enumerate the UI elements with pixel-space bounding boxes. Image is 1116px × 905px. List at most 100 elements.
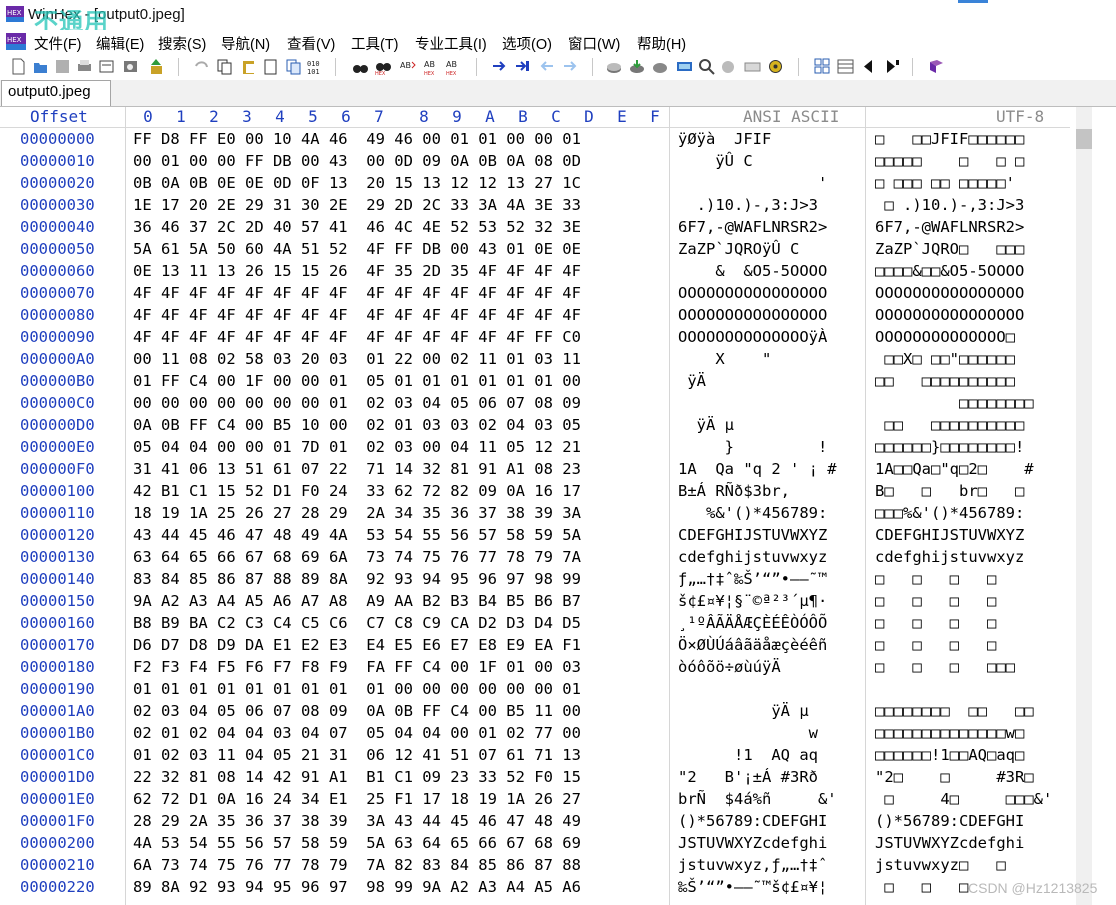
row-ansi-text[interactable]: ÿÄ	[678, 372, 706, 390]
hex-row[interactable]: 00000000 FF D8 FF E0 00 10 4A 46 49 46 00…	[0, 129, 1070, 151]
row-utf8-text[interactable]: □□□□□□□□ □□ □□	[875, 702, 1034, 720]
row-utf8-text[interactable]: □ □ □	[875, 878, 968, 896]
hex-row[interactable]: 000000E0 05 04 04 00 00 01 7D 01 02 03 00…	[0, 437, 1070, 459]
row-hex-bytes[interactable]: 83 84 85 86 87 88 89 8A 92 93 94 95 96 9…	[133, 570, 581, 588]
hex-row[interactable]: 00000010 00 01 00 00 FF DB 00 43 00 0D 09…	[0, 151, 1070, 173]
row-utf8-text[interactable]: □ □ □ □□□	[875, 658, 1015, 676]
row-hex-bytes[interactable]: 42 B1 C1 15 52 D1 F0 24 33 62 72 82 09 0…	[133, 482, 581, 500]
hex-editor[interactable]: Offset 0 1 2 3 4 5 6 7 8 9 A B C D E F A…	[0, 107, 1070, 905]
grid-icon[interactable]	[814, 58, 831, 75]
menu-file[interactable]: 文件(F)	[34, 33, 82, 54]
row-ansi-text[interactable]: ÿÄ µ	[678, 702, 808, 720]
hex-row[interactable]: 00000070 4F 4F 4F 4F 4F 4F 4F 4F 4F 4F 4F…	[0, 283, 1070, 305]
row-utf8-text[interactable]: □□□□&□□&O5-5OOOO	[875, 262, 1024, 280]
row-utf8-text[interactable]: □□□□□ □ □ □	[875, 152, 1024, 170]
row-utf8-text[interactable]: □□ □□□□□□□□□□	[875, 416, 1024, 434]
row-hex-bytes[interactable]: 63 64 65 66 67 68 69 6A 73 74 75 76 77 7…	[133, 548, 581, 566]
scroll-track[interactable]	[1076, 107, 1092, 905]
row-hex-bytes[interactable]: 00 01 00 00 FF DB 00 43 00 0D 09 0A 0B 0…	[133, 152, 581, 170]
row-ansi-text[interactable]: OOOOOOOOOOOOOOOO	[678, 306, 827, 324]
row-utf8-text[interactable]: cdefghijstuvwxyz	[875, 548, 1024, 566]
ram-icon[interactable]	[629, 58, 646, 75]
row-utf8-text[interactable]: OOOOOOOOOOOOOOOO	[875, 284, 1024, 302]
properties-icon[interactable]	[98, 58, 115, 75]
row-utf8-text[interactable]: CDEFGHIJSTUVWXYZ	[875, 526, 1024, 544]
hex-row[interactable]: 00000030 1E 17 20 2E 29 31 30 2E 29 2D 2C…	[0, 195, 1070, 217]
hex-row[interactable]: 00000170 D6 D7 D8 D9 DA E1 E2 E3 E4 E5 E6…	[0, 635, 1070, 657]
row-hex-bytes[interactable]: D6 D7 D8 D9 DA E1 E2 E3 E4 E5 E6 E7 E8 E…	[133, 636, 581, 654]
hex-row[interactable]: 00000090 4F 4F 4F 4F 4F 4F 4F 4F 4F 4F 4F…	[0, 327, 1070, 349]
row-ansi-text[interactable]: CDEFGHIJSTUVWXYZ	[678, 526, 827, 544]
hex-row[interactable]: 000001C0 01 02 03 11 04 05 21 31 06 12 41…	[0, 745, 1070, 767]
row-ansi-text[interactable]: òóôõö÷øùúÿÄ	[678, 658, 781, 676]
row-hex-bytes[interactable]: 4F 4F 4F 4F 4F 4F 4F 4F 4F 4F 4F 4F 4F 4…	[133, 306, 581, 324]
row-ansi-text[interactable]: !1 AQ aq	[678, 746, 818, 764]
row-ansi-text[interactable]: cdefghijstuvwxyz	[678, 548, 827, 566]
table-icon[interactable]	[837, 58, 854, 75]
hex-row[interactable]: 000001B0 02 01 02 04 04 03 04 07 05 04 04…	[0, 723, 1070, 745]
row-hex-bytes[interactable]: 89 8A 92 93 94 95 96 97 98 99 9A A2 A3 A…	[133, 878, 581, 896]
hex-row[interactable]: 000000D0 0A 0B FF C4 00 B5 10 00 02 01 03…	[0, 415, 1070, 437]
paste-icon[interactable]	[240, 58, 257, 75]
row-hex-bytes[interactable]: 28 29 2A 35 36 37 38 39 3A 43 44 45 46 4…	[133, 812, 581, 830]
row-hex-bytes[interactable]: 6A 73 74 75 76 77 78 79 7A 82 83 84 85 8…	[133, 856, 581, 874]
menu-window[interactable]: 窗口(W)	[568, 33, 620, 54]
row-ansi-text[interactable]: %&'()*456789:	[678, 504, 827, 522]
forward-icon[interactable]	[538, 58, 555, 75]
hex-row[interactable]: 000000B0 01 FF C4 00 1F 00 00 01 05 01 01…	[0, 371, 1070, 393]
hex-row[interactable]: 00000210 6A 73 74 75 76 77 78 79 7A 82 83…	[0, 855, 1070, 877]
row-hex-bytes[interactable]: 01 FF C4 00 1F 00 00 01 05 01 01 01 01 0…	[133, 372, 581, 390]
save-icon[interactable]	[54, 58, 71, 75]
hex-row[interactable]: 000001E0 62 72 D1 0A 16 24 34 E1 25 F1 17…	[0, 789, 1070, 811]
row-ansi-text[interactable]: ()*56789:CDEFGHI	[678, 812, 827, 830]
replace-text-icon[interactable]: AB	[400, 58, 417, 75]
row-hex-bytes[interactable]: 01 01 01 01 01 01 01 01 01 00 00 00 00 0…	[133, 680, 581, 698]
row-ansi-text[interactable]: ‰Š’“”•–—˜™š¢£¤¥¦	[678, 878, 827, 896]
row-hex-bytes[interactable]: 4A 53 54 55 56 57 58 59 5A 63 64 65 66 6…	[133, 834, 581, 852]
row-hex-bytes[interactable]: 22 32 81 08 14 42 91 A1 B1 C1 09 23 33 5…	[133, 768, 581, 786]
row-utf8-text[interactable]: 6F7,-@WAFLNRSR2>	[875, 218, 1024, 236]
row-ansi-text[interactable]: š¢£¤¥¦§¨©ª²³´µ¶·	[678, 592, 827, 610]
find-hex-icon[interactable]: HEX	[375, 58, 392, 75]
help-book-icon[interactable]	[928, 58, 945, 75]
winhex-menu-icon[interactable]: HEX	[6, 33, 26, 50]
row-ansi-text[interactable]: X "	[678, 350, 771, 368]
row-ansi-text[interactable]: ¸¹ºÂÃÄÅÆÇÈÉÊÒÓÔÕ	[678, 614, 827, 632]
open-disk-icon[interactable]	[122, 58, 139, 75]
row-utf8-text[interactable]: □ □ □ □	[875, 614, 996, 632]
menu-specialist-tools[interactable]: 专业工具(I)	[415, 33, 487, 54]
scroll-thumb[interactable]	[1076, 129, 1092, 149]
row-ansi-text[interactable]: 6F7,-@WAFLNRSR2>	[678, 218, 827, 236]
row-ansi-text[interactable]: ƒ„…†‡ˆ‰Š’“”•–—˜™	[678, 570, 827, 588]
row-hex-bytes[interactable]: 4F 4F 4F 4F 4F 4F 4F 4F 4F 4F 4F 4F 4F 4…	[133, 328, 581, 346]
hex-row[interactable]: 00000140 83 84 85 86 87 88 89 8A 92 93 94…	[0, 569, 1070, 591]
row-hex-bytes[interactable]: 1E 17 20 2E 29 31 30 2E 29 2D 2C 33 3A 4…	[133, 196, 581, 214]
find-text-icon[interactable]	[352, 58, 369, 75]
row-ansi-text[interactable]: ZaZP`JQROÿÛ C	[678, 240, 799, 258]
row-ansi-text[interactable]: w	[678, 724, 818, 742]
menu-options[interactable]: 选项(O)	[502, 33, 552, 54]
goto-offset-icon[interactable]: AB HEX	[446, 58, 463, 75]
zoom-icon[interactable]	[698, 58, 715, 75]
vertical-scrollbar[interactable]	[1070, 107, 1116, 905]
hex-row[interactable]: 00000050 5A 61 5A 50 60 4A 51 52 4F FF DB…	[0, 239, 1070, 261]
row-utf8-text[interactable]: □□ □□□□□□□□□□	[875, 372, 1015, 390]
menu-navigate[interactable]: 导航(N)	[221, 33, 270, 54]
next-icon[interactable]	[883, 58, 900, 75]
row-ansi-text[interactable]: & &O5-5OOOO	[678, 262, 827, 280]
next-arrow-icon[interactable]	[562, 58, 579, 75]
hex-row[interactable]: 00000200 4A 53 54 55 56 57 58 59 5A 63 64…	[0, 833, 1070, 855]
row-utf8-text[interactable]: □□□%&'()*456789:	[875, 504, 1024, 522]
hex-row[interactable]: 00000130 63 64 65 66 67 68 69 6A 73 74 75…	[0, 547, 1070, 569]
hex-row[interactable]: 00000040 36 46 37 2C 2D 40 57 41 46 4C 4E…	[0, 217, 1070, 239]
row-hex-bytes[interactable]: 18 19 1A 25 26 27 28 29 2A 34 35 36 37 3…	[133, 504, 581, 522]
row-ansi-text[interactable]: ÿÄ µ	[678, 416, 734, 434]
row-utf8-text[interactable]: OOOOOOOOOOOOOO□	[875, 328, 1015, 346]
row-utf8-text[interactable]: □ □ □ □	[875, 570, 996, 588]
back-icon[interactable]	[514, 58, 531, 75]
row-utf8-text[interactable]: □□□□□□□□	[875, 394, 1034, 412]
row-utf8-text[interactable]: □ □ □ □	[875, 592, 996, 610]
row-hex-bytes[interactable]: 0B 0A 0B 0E 0E 0D 0F 13 20 15 13 12 12 1…	[133, 174, 581, 192]
row-ansi-text[interactable]: JSTUVWXYZcdefghi	[678, 834, 827, 852]
menu-view[interactable]: 查看(V)	[287, 33, 335, 54]
